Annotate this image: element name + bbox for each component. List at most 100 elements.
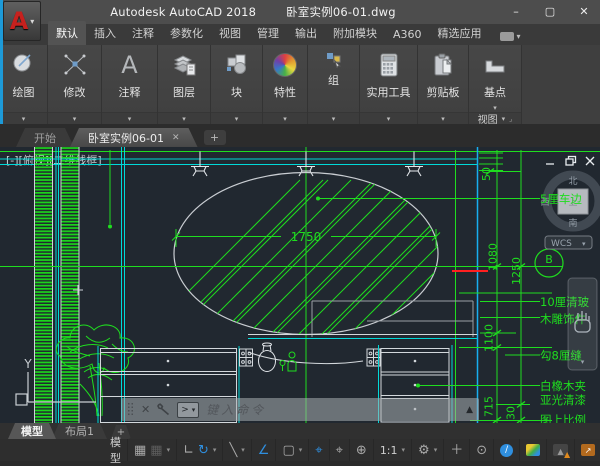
navigation-bar[interactable]: ▾ — [568, 278, 597, 370]
snap-grid-icon[interactable]: ▦ — [134, 444, 146, 457]
ribbon-tab-a360[interactable]: A360 — [385, 24, 430, 45]
chevron-down-icon[interactable]: ▾ — [441, 115, 445, 123]
otrack-toggle[interactable]: ∠ — [252, 439, 277, 461]
panel-annotation[interactable]: A 注释 ▾ — [102, 45, 158, 124]
panel-properties[interactable]: 特性 ▾ — [263, 45, 308, 124]
chevron-down-icon[interactable]: ▾ — [283, 115, 287, 123]
drag-grip-icon[interactable] — [127, 402, 134, 417]
chevron-down-icon[interactable]: ▾ — [299, 446, 303, 454]
command-input[interactable]: 键入命令 — [206, 401, 266, 418]
ribbon-tab-addins[interactable]: 附加模块 — [325, 21, 385, 45]
status-bar: 模型 ▦ ▦ ▾ ∟ ↻ ▾ ╲ ▾ ∠ ▢ ▾ ⌖ ⌖ ⊕ 1:1 ▾ ⚙ ▾… — [0, 439, 600, 461]
polar-tracking-icon[interactable]: ↻ — [198, 444, 209, 457]
isodraft-group[interactable]: ╲ ▾ — [223, 439, 251, 461]
ortho-icon[interactable]: ∟ — [183, 444, 194, 457]
chevron-down-icon[interactable]: ▾ — [502, 115, 506, 123]
layout-tab-model[interactable]: 模型 — [8, 423, 56, 439]
close-icon[interactable]: ✕ — [141, 403, 150, 416]
history-expand-icon[interactable]: ▲ — [466, 405, 473, 415]
dynamic-input-group[interactable]: ▢ ▾ — [276, 439, 309, 461]
chevron-down-icon[interactable]: ▾ — [387, 115, 391, 123]
viewcube-south[interactable]: 南 — [568, 217, 577, 229]
grid-snap-group[interactable]: ▦ ▦ ▾ — [128, 439, 177, 461]
ribbon-state-icon — [500, 32, 514, 41]
annotation-scale-value: 1:1 — [380, 444, 398, 457]
properties-colorwheel-icon — [270, 50, 300, 80]
grid-display-icon[interactable]: ▦ — [150, 444, 162, 457]
annotation-visibility-icon[interactable]: ⊕ — [356, 444, 367, 457]
minimize-button[interactable]: – — [506, 0, 526, 24]
ribbon-display-toggle[interactable]: ▾ — [500, 32, 521, 41]
annotation-scale-control[interactable]: 1:1 ▾ — [374, 439, 412, 461]
close-button[interactable]: ✕ — [574, 0, 594, 24]
chevron-down-icon[interactable]: ▾ — [434, 446, 438, 454]
panel-launcher-icon[interactable]: ⌟ — [509, 115, 512, 123]
ribbon-tab-parametric[interactable]: 参数化 — [162, 21, 211, 45]
group-icon — [325, 52, 343, 68]
chevron-down-icon[interactable]: ▾ — [128, 115, 132, 123]
maximize-button[interactable]: ▢ — [540, 0, 560, 24]
osnap-toggle[interactable]: ⌖ — [309, 439, 329, 461]
ribbon-tab-featured[interactable]: 精选应用 — [430, 21, 490, 45]
panel-block[interactable]: 块 ▾ — [211, 45, 263, 124]
annotation-monitor-toggle[interactable]: ＋ — [444, 439, 470, 461]
gear-icon[interactable]: ⚙ — [418, 444, 430, 457]
application-menu-button[interactable]: A ▾ — [3, 1, 41, 41]
ribbon-tab-output[interactable]: 输出 — [287, 21, 325, 45]
isodraft-icon[interactable]: ╲ — [229, 444, 237, 457]
chevron-down-icon[interactable]: ▾ — [167, 446, 171, 454]
chevron-down-icon: ▾ — [581, 358, 585, 366]
wcs-dropdown[interactable]: WCS ▾ — [545, 236, 592, 249]
annotation-visibility-toggle[interactable]: ⊕ — [350, 439, 374, 461]
workspace-switcher[interactable]: ⚙ ▾ — [412, 439, 444, 461]
panel-layers[interactable]: 图层 ▾ — [158, 45, 211, 124]
hardware-acceleration-toggle[interactable]: ∕ — [494, 439, 520, 461]
panel-clipboard[interactable]: 剪贴板 ▾ — [418, 45, 469, 124]
dynamic-input-icon[interactable]: ▢ — [282, 444, 294, 457]
clean-screen-toggle[interactable]: ↗ — [575, 439, 600, 461]
ribbon-tab-manage[interactable]: 管理 — [249, 21, 287, 45]
svg-text:Y: Y — [23, 357, 32, 371]
chevron-down-icon[interactable]: ▾ — [73, 115, 77, 123]
chevron-down-icon[interactable]: ▾ — [332, 115, 336, 123]
viewcube-north[interactable]: 北 — [568, 176, 577, 187]
chevron-down-icon[interactable]: ▾ — [235, 115, 239, 123]
file-tab-start[interactable]: 开始 — [16, 128, 74, 147]
ortho-polar-group[interactable]: ∟ ↻ ▾ — [177, 439, 223, 461]
object-snap-tracking-icon[interactable]: ∠ — [258, 444, 270, 457]
wrench-icon[interactable] — [157, 403, 170, 416]
ribbon-tab-insert[interactable]: 插入 — [86, 21, 124, 45]
object-snap-icon[interactable]: ⌖ — [315, 444, 322, 457]
app-title: Autodesk AutoCAD 2018 — [110, 5, 256, 19]
document-title: 卧室实例06-01.dwg — [286, 5, 396, 19]
new-tab-button[interactable]: + — [204, 130, 226, 145]
panel-view[interactable]: 基点 ▾ 视图 ▾ ⌟ — [469, 45, 522, 124]
performance-analyzer[interactable] — [520, 439, 547, 461]
osnap3d-toggle[interactable]: ⌖ — [330, 439, 350, 461]
panel-groups[interactable]: 组 ▾ — [308, 45, 360, 124]
basepoint-icon — [480, 50, 510, 80]
plus-icon[interactable]: ＋ — [450, 444, 463, 457]
chevron-down-icon[interactable]: ▾ — [182, 115, 186, 123]
chevron-down-icon[interactable]: ▾ — [22, 115, 26, 123]
isolate-objects-toggle[interactable]: ⊙ — [470, 439, 494, 461]
panel-modify[interactable]: 修改 ▾ — [48, 45, 102, 124]
layout-tab-layout1[interactable]: 布局1 — [52, 423, 107, 439]
command-prompt-button[interactable]: > ▾ — [177, 402, 199, 418]
object-snap-3d-icon[interactable]: ⌖ — [336, 444, 343, 457]
ribbon-tab-view[interactable]: 视图 — [211, 21, 249, 45]
chevron-down-icon[interactable]: ▾ — [402, 446, 406, 454]
graphics-alert[interactable]: ▲ — [547, 439, 575, 461]
panel-utilities[interactable]: 实用工具 ▾ — [360, 45, 418, 124]
chevron-down-icon[interactable]: ▾ — [213, 446, 217, 454]
ribbon-tab-home[interactable]: 默认 — [48, 21, 86, 45]
file-tab-document[interactable]: 卧室实例06-01 ✕ — [70, 128, 198, 147]
close-icon[interactable]: ✕ — [172, 133, 180, 143]
command-line-bar[interactable]: ✕ > ▾ 键入命令 ▲ — [121, 398, 479, 421]
isolate-objects-icon[interactable]: ⊙ — [476, 444, 487, 457]
ribbon-tab-annotate[interactable]: 注释 — [124, 21, 162, 45]
model-space-toggle[interactable]: 模型 — [104, 439, 128, 461]
chevron-down-icon[interactable]: ▾ — [241, 446, 245, 454]
panel-draw[interactable]: 绘图 ▾ — [0, 45, 48, 124]
drawing-canvas[interactable]: [-][俯视][二维线框] — [0, 147, 600, 423]
